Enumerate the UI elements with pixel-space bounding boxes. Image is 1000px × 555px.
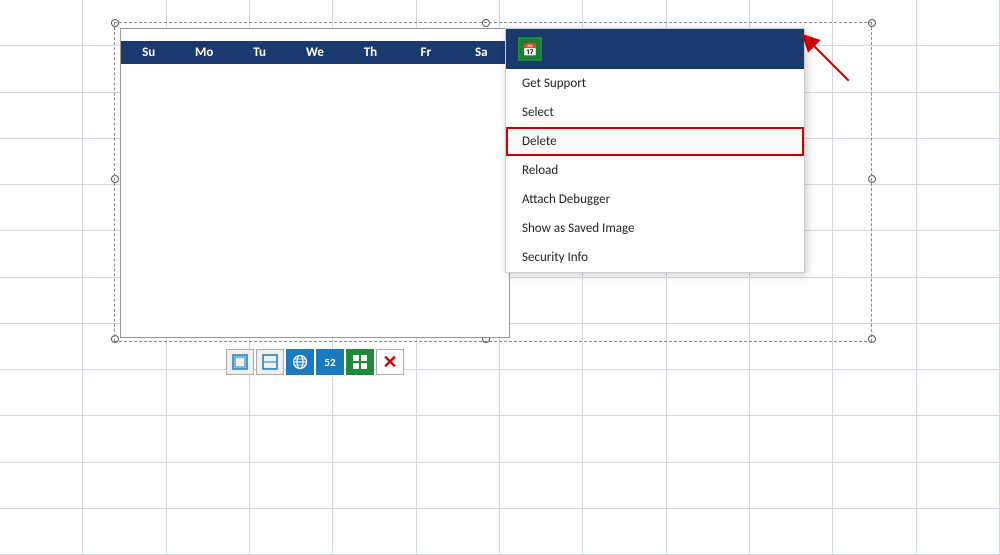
dow-th: Th	[343, 41, 398, 64]
dow-tu: Tu	[232, 41, 287, 64]
excel-icon: 📅	[518, 37, 542, 61]
handle-top-right[interactable]	[868, 19, 876, 27]
toolbar-btn-close[interactable]: ✕	[376, 349, 404, 375]
dow-we: We	[287, 41, 342, 64]
dow-su: Su	[121, 41, 176, 64]
handle-bot-left[interactable]	[111, 335, 119, 343]
menu-item-select[interactable]: Select	[506, 98, 804, 127]
calendar-header	[121, 29, 509, 41]
menu-item-attach-debugger[interactable]: Attach Debugger	[506, 185, 804, 214]
dow-header-row: Su Mo Tu We Th Fr Sa	[121, 41, 509, 64]
menu-item-get-support[interactable]: Get Support	[506, 69, 804, 98]
handle-bot-right[interactable]	[868, 335, 876, 343]
handle-top-center[interactable]	[482, 19, 490, 27]
context-menu: 📅 Get Support Select Delete Reload Attac…	[505, 28, 805, 273]
toolbar-btn-1[interactable]	[226, 349, 254, 375]
handle-mid-left[interactable]	[111, 175, 119, 183]
menu-item-show-saved-image[interactable]: Show as Saved Image	[506, 214, 804, 243]
handle-top-left[interactable]	[111, 19, 119, 27]
toolbar-btn-52[interactable]: 52	[316, 349, 344, 375]
dow-mo: Mo	[176, 41, 231, 64]
calendar-toolbar: 52 ✕	[226, 349, 404, 375]
toolbar-btn-globe[interactable]	[286, 349, 314, 375]
handle-mid-right[interactable]	[868, 175, 876, 183]
context-menu-header: 📅	[506, 29, 804, 69]
toolbar-btn-2[interactable]	[256, 349, 284, 375]
svg-text:📅: 📅	[523, 43, 538, 57]
dow-sa: Sa	[454, 41, 509, 64]
dow-fr: Fr	[398, 41, 453, 64]
menu-item-delete[interactable]: Delete	[506, 127, 804, 156]
menu-item-reload[interactable]: Reload	[506, 156, 804, 185]
toolbar-btn-grid[interactable]	[346, 349, 374, 375]
menu-item-security-info[interactable]: Security Info	[506, 243, 804, 272]
calendar-widget[interactable]: Su Mo Tu We Th Fr Sa 52	[120, 28, 510, 338]
